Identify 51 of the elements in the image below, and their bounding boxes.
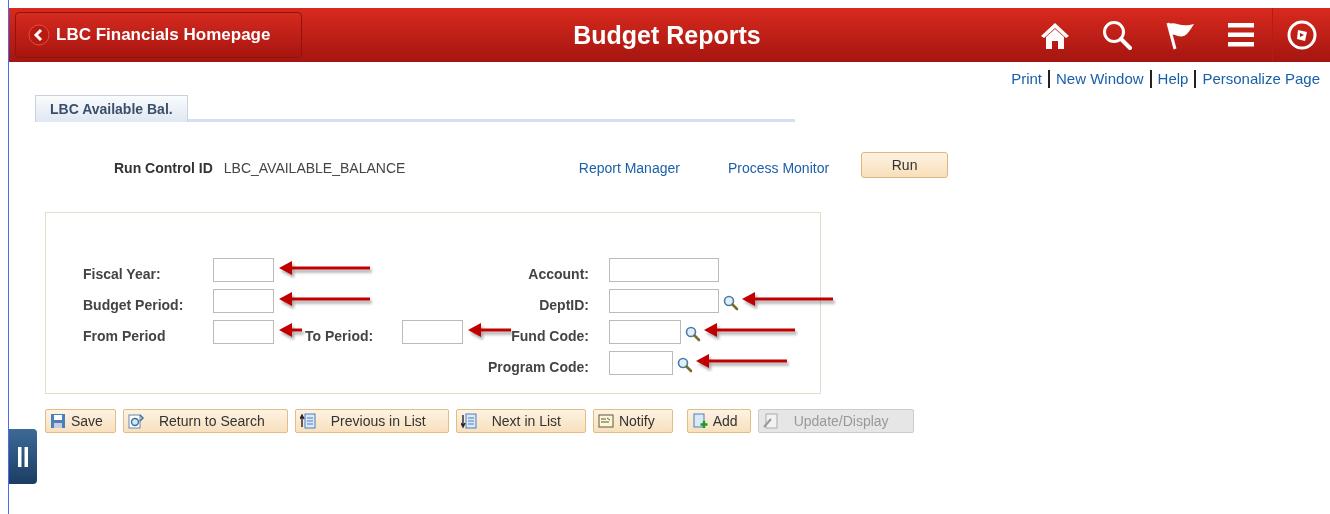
next-button[interactable]: Next in List	[455, 409, 586, 433]
return-button[interactable]: Return to Search	[122, 409, 288, 433]
tab[interactable]: LBC Available Bal.	[35, 95, 188, 122]
field-value: LBC_AVAILABLE_BALANCE	[223, 160, 407, 176]
save-button[interactable]: Save	[45, 409, 116, 433]
field-label: From Period	[83, 327, 167, 344]
search-icon	[1102, 20, 1132, 50]
magnifier-page-icon	[127, 413, 144, 429]
pause-icon	[17, 446, 29, 467]
input-field[interactable]	[609, 320, 681, 344]
field-label: DeptID:	[538, 296, 589, 313]
notify-button[interactable]: Notify	[592, 409, 673, 433]
flag-icon	[1164, 20, 1194, 50]
note-icon	[597, 413, 614, 429]
list-down-icon	[460, 413, 477, 429]
field-label: Fund Code:	[510, 327, 589, 344]
report-link[interactable]: Process Monitor	[727, 160, 830, 176]
report-link[interactable]: Report Manager	[578, 160, 680, 176]
previous-button[interactable]: Previous in List	[294, 409, 449, 433]
field-label: Account:	[527, 265, 589, 282]
page-link[interactable]: Personalize Page	[1202, 70, 1320, 92]
input-field[interactable]	[609, 351, 673, 375]
page-link[interactable]: Print	[1011, 70, 1043, 92]
list-up-icon	[299, 413, 316, 429]
input-field[interactable]	[213, 289, 274, 313]
page-link[interactable]: New Window	[1056, 70, 1144, 92]
home-icon	[1040, 20, 1070, 50]
compass-icon	[1286, 20, 1317, 50]
input-field[interactable]	[609, 289, 719, 313]
input-field[interactable]	[402, 320, 463, 344]
input-field[interactable]	[213, 258, 274, 282]
field-label: Program Code:	[486, 358, 589, 375]
back-button[interactable]: LBC Financials Homepage	[15, 12, 302, 58]
page-plus-icon	[691, 413, 708, 429]
field-label: Run Control ID	[114, 160, 213, 176]
pause-handle[interactable]	[9, 429, 37, 484]
add-button[interactable]: Add	[686, 409, 751, 433]
page-link[interactable]: Help	[1157, 70, 1189, 92]
field-label: Fiscal Year:	[83, 265, 162, 282]
page-title: Budget Reports	[573, 21, 761, 49]
field-label: Budget Period:	[83, 296, 185, 313]
pencil-page-icon	[762, 413, 779, 429]
search-icon[interactable]	[723, 295, 739, 311]
field-label: To Period:	[305, 327, 375, 344]
search-icon[interactable]	[685, 326, 701, 342]
run-button[interactable]: Run	[861, 152, 949, 178]
chevron-left-icon	[28, 24, 50, 46]
input-field[interactable]	[609, 258, 719, 282]
input-field[interactable]	[213, 320, 274, 344]
menu-icon	[1227, 20, 1255, 50]
search-icon[interactable]	[677, 357, 693, 373]
